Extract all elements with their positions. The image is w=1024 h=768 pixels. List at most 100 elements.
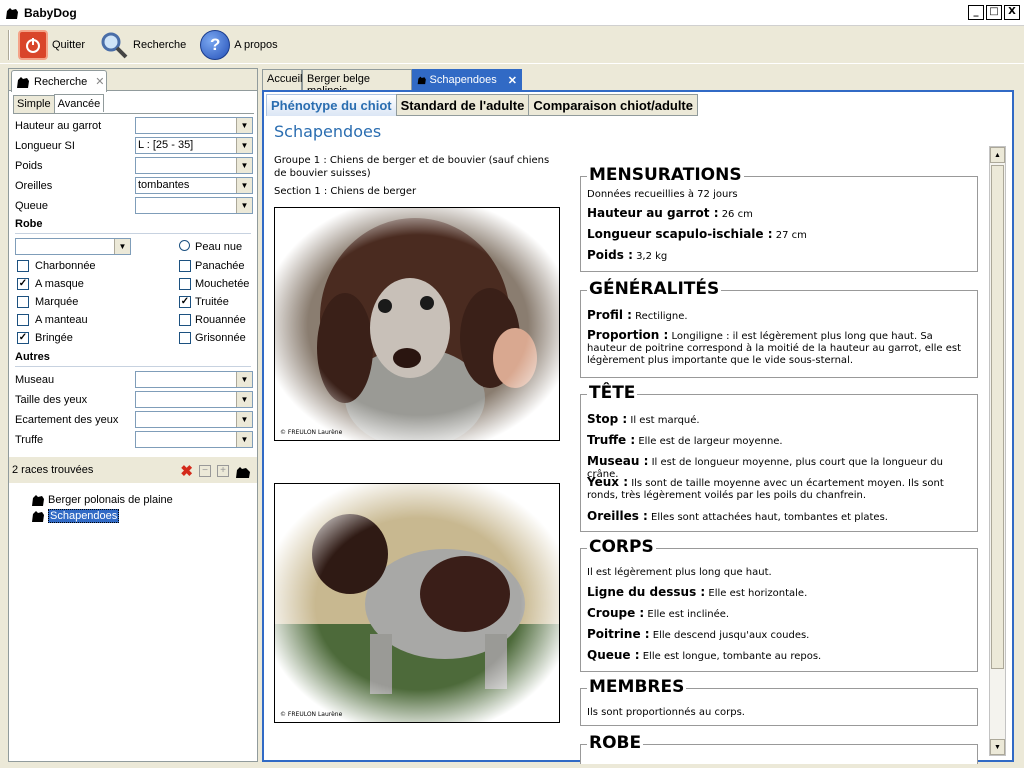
tab-simple[interactable]: Simple [13, 95, 55, 113]
checkbox-bringee[interactable]: ✓ [17, 332, 29, 344]
checkbox-label: Panachée [195, 260, 245, 272]
checkbox-marquee[interactable] [17, 296, 29, 308]
vertical-scrollbar[interactable]: ▲ ▼ [989, 146, 1006, 756]
tree-item-label: Schapendoes [48, 509, 120, 523]
tree-item[interactable]: Berger polonais de plaine [31, 493, 173, 507]
generalites-section: GÉNÉRALITÉS Profil : Rectiligne. Proport… [580, 279, 978, 378]
field-label: Oreilles [15, 180, 53, 192]
collapse-icon[interactable]: − [199, 465, 211, 477]
checkbox-truitee[interactable]: ✓ [179, 296, 191, 308]
tab-standard[interactable]: Standard de l'adulte [395, 94, 530, 116]
scroll-up-icon[interactable]: ▲ [990, 147, 1005, 163]
tail-combo[interactable]: ▼ [135, 197, 253, 214]
section-row: Croupe : Elle est inclinée. [587, 607, 973, 621]
section-row: Ligne du dessus : Elle est horizontale. [587, 586, 973, 600]
chevron-down-icon[interactable]: ▼ [236, 138, 252, 153]
section-note: Données recueillies à 72 jours [587, 189, 738, 200]
muzzle-combo[interactable]: ▼ [135, 371, 253, 388]
section-divider [15, 366, 251, 367]
field-label: Taille des yeux [15, 394, 88, 406]
checkbox-grisonnee[interactable] [179, 332, 191, 344]
checkbox-mouchetee[interactable] [179, 278, 191, 290]
checkbox-a-masque[interactable]: ✓ [17, 278, 29, 290]
tab-comparaison[interactable]: Comparaison chiot/adulte [528, 94, 698, 116]
search-label: Recherche [133, 38, 187, 51]
magnifier-icon [99, 30, 129, 60]
tab-accueil[interactable]: Accueil [262, 69, 302, 90]
chevron-down-icon[interactable]: ▼ [236, 432, 252, 447]
section-title: MEMBRES [587, 677, 687, 697]
nose-combo[interactable]: ▼ [135, 431, 253, 448]
row-key: Ligne du dessus : [587, 585, 706, 599]
ears-combo[interactable]: tombantes ▼ [135, 177, 253, 194]
about-button[interactable]: ? A propos [200, 29, 278, 60]
section-note: Il est légèrement plus long que haut. [587, 567, 772, 578]
maximize-button[interactable]: □ [986, 5, 1002, 20]
section-title: CORPS [587, 537, 656, 557]
eye-spacing-combo[interactable]: ▼ [135, 411, 253, 428]
checkbox-label: Truitée [195, 296, 229, 308]
section-text: Section 1 : Chiens de berger [274, 186, 417, 197]
chevron-down-icon[interactable]: ▼ [236, 198, 252, 213]
checkbox-a-manteau[interactable] [17, 314, 29, 326]
tete-section: TÊTE Stop : Il est marqué. Truffe : Elle… [580, 383, 978, 532]
tab-advanced[interactable]: Avancée [53, 94, 105, 112]
checkbox-charbonnee[interactable] [17, 260, 29, 272]
row-value: Elles sont attachées haut, tombantes et … [651, 512, 888, 523]
search-panel: Recherche ✕ Simple Avancée Hauteur au ga… [8, 68, 258, 762]
chevron-down-icon[interactable]: ▼ [236, 158, 252, 173]
search-panel-tab[interactable]: Recherche ✕ [11, 70, 107, 92]
row-value: Ils sont de taille moyenne avec un écart… [587, 478, 944, 501]
section-row: Oreilles : Elles sont attachées haut, to… [587, 510, 973, 524]
chevron-down-icon[interactable]: ▼ [114, 239, 130, 254]
chevron-down-icon[interactable]: ▼ [236, 178, 252, 193]
close-icon[interactable]: ✕ [508, 74, 517, 87]
scroll-down-icon[interactable]: ▼ [990, 739, 1005, 755]
close-icon[interactable]: ✕ [95, 75, 104, 88]
tab-phenotype[interactable]: Phénotype du chiot [266, 94, 397, 116]
checkbox-rouannee[interactable] [179, 314, 191, 326]
checkbox-label: Bringée [35, 332, 73, 344]
chevron-down-icon[interactable]: ▼ [236, 392, 252, 407]
results-count: 2 races trouvées [12, 464, 94, 476]
delete-icon[interactable]: ✖ [180, 462, 193, 480]
close-window-button[interactable]: X [1004, 5, 1020, 20]
row-value: Elle descend jusqu'aux coudes. [652, 630, 810, 641]
combo-value: L : [25 - 35] [138, 139, 194, 151]
field-label: Museau [15, 374, 55, 386]
robe-color-combo[interactable]: ▼ [15, 238, 131, 255]
section-title: TÊTE [587, 383, 638, 403]
scroll-thumb[interactable] [991, 165, 1004, 669]
tree-item-selected[interactable]: Schapendoes [31, 509, 120, 523]
chevron-down-icon[interactable]: ▼ [236, 372, 252, 387]
chevron-down-icon[interactable]: ▼ [236, 118, 252, 133]
row-key: Proportion : [587, 328, 669, 342]
tab-schapendoes[interactable]: Schapendoes ✕ [412, 69, 522, 90]
row-value: Elle est longue, tombante au repos. [642, 651, 822, 662]
robe-section: ROBE [580, 733, 978, 764]
section-row: Stop : Il est marqué. [587, 413, 973, 427]
search-panel-tab-label: Recherche [34, 75, 88, 88]
eye-size-combo[interactable]: ▼ [135, 391, 253, 408]
checkbox-panachee[interactable] [179, 260, 191, 272]
quit-button[interactable]: Quitter [18, 29, 85, 60]
expand-icon[interactable]: + [217, 465, 229, 477]
search-button[interactable]: Recherche [99, 30, 186, 60]
minimize-button[interactable]: _ [968, 5, 984, 20]
section-title: GÉNÉRALITÉS [587, 279, 722, 299]
dogs-icon[interactable] [235, 463, 251, 479]
height-combo[interactable]: ▼ [135, 117, 253, 134]
puppy-photo-front: © FREULON Laurène [274, 207, 560, 441]
length-combo[interactable]: L : [25 - 35] ▼ [135, 137, 253, 154]
radio-label: Peau nue [195, 241, 243, 253]
corps-section: CORPS Il est légèrement plus long que ha… [580, 537, 978, 672]
bare-skin-radio[interactable] [179, 240, 190, 251]
weight-combo[interactable]: ▼ [135, 157, 253, 174]
measure-row: Poids : 3,2 kg [587, 249, 973, 263]
chevron-down-icon[interactable]: ▼ [236, 412, 252, 427]
results-tree: Berger polonais de plaine Schapendoes [9, 483, 257, 761]
tab-berger-belge[interactable]: Berger belge malinois [302, 69, 412, 97]
row-key: Museau : [587, 454, 649, 468]
window-title: BabyDog [24, 5, 77, 20]
checkbox-label: Mouchetée [195, 278, 250, 290]
